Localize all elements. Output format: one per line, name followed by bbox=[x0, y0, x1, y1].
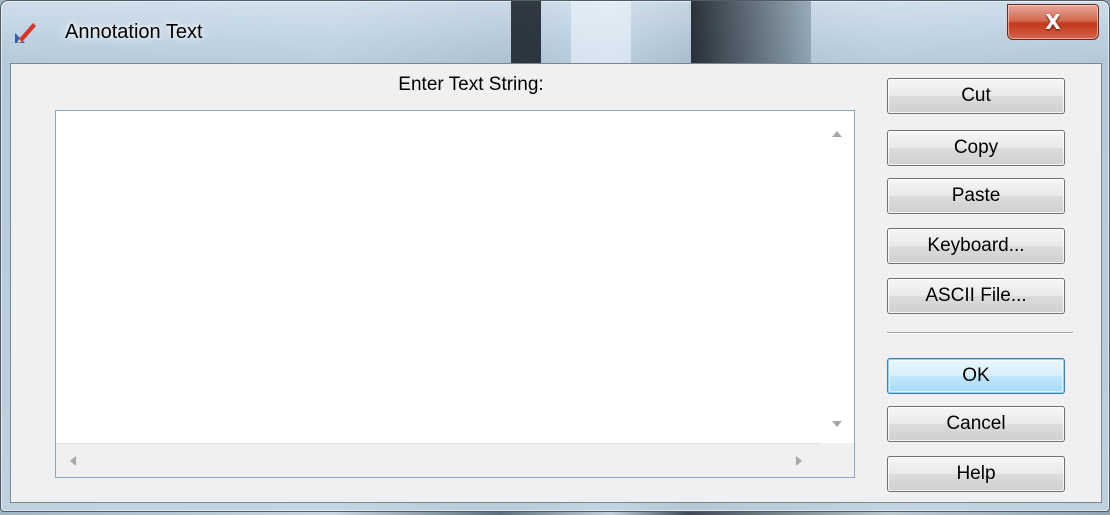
vertical-scrollbar[interactable] bbox=[820, 111, 854, 443]
ok-button[interactable]: OK bbox=[887, 358, 1065, 394]
close-icon: X bbox=[1045, 10, 1061, 34]
title-bar[interactable]: Annotation Text X bbox=[1, 1, 1109, 65]
cancel-button[interactable]: Cancel bbox=[887, 406, 1065, 442]
scroll-down-icon[interactable] bbox=[832, 421, 842, 427]
scroll-right-icon[interactable] bbox=[796, 456, 802, 466]
ascii-file-button[interactable]: ASCII File... bbox=[887, 278, 1065, 314]
close-button[interactable]: X bbox=[1007, 4, 1099, 40]
scroll-up-icon[interactable] bbox=[832, 131, 842, 137]
window-title: Annotation Text bbox=[65, 21, 203, 43]
background-glass bbox=[511, 1, 541, 65]
annotation-pencil-icon bbox=[15, 23, 36, 43]
background-glass bbox=[571, 1, 631, 65]
copy-button[interactable]: Copy bbox=[887, 130, 1065, 166]
help-button[interactable]: Help bbox=[887, 456, 1065, 492]
text-string-input[interactable] bbox=[55, 110, 855, 478]
paste-button[interactable]: Paste bbox=[887, 178, 1065, 214]
horizontal-scrollbar[interactable] bbox=[56, 443, 820, 477]
dialog-body: Enter Text String: Cut Copy Paste Keyboa… bbox=[10, 63, 1102, 503]
button-separator bbox=[887, 332, 1073, 334]
cut-button[interactable]: Cut bbox=[887, 78, 1065, 114]
scrollbar-corner bbox=[820, 443, 854, 477]
prompt-label: Enter Text String: bbox=[398, 74, 544, 95]
keyboard-button[interactable]: Keyboard... bbox=[887, 228, 1065, 264]
background-glass bbox=[691, 1, 811, 65]
annotation-text-dialog: Annotation Text X Enter Text String: Cut… bbox=[0, 0, 1110, 512]
scroll-left-icon[interactable] bbox=[70, 456, 76, 466]
